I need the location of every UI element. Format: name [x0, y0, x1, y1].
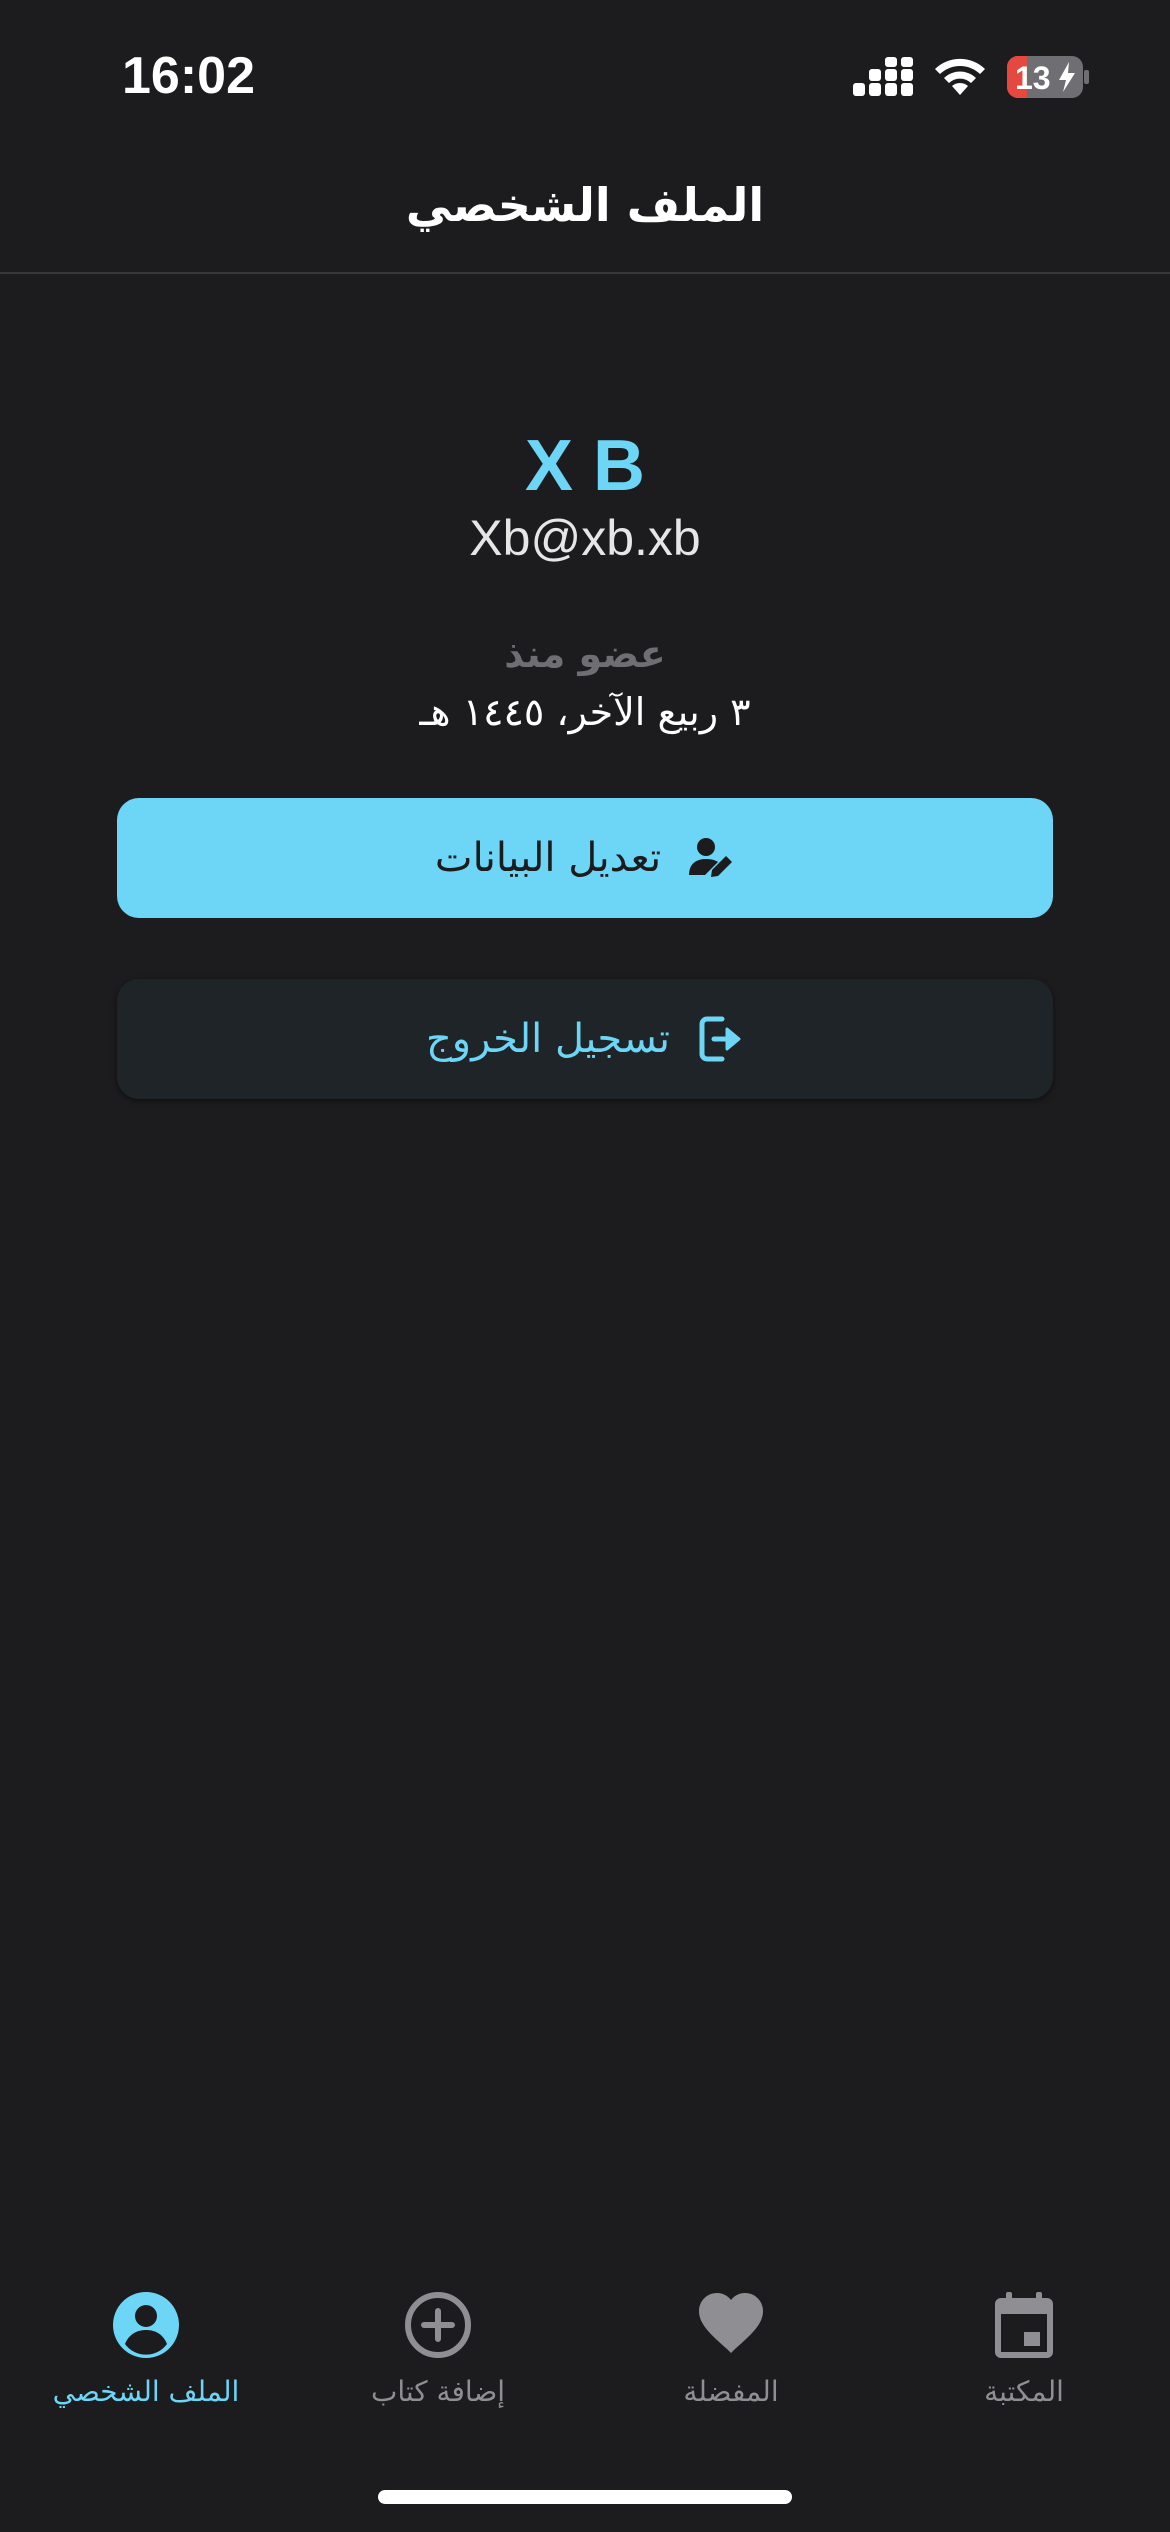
edit-profile-label: تعديل البيانات	[434, 835, 662, 881]
logout-icon	[699, 1016, 741, 1062]
logout-button[interactable]: تسجيل الخروج	[117, 979, 1053, 1099]
calendar-icon	[995, 2292, 1053, 2358]
account-circle-icon	[113, 2292, 179, 2358]
logout-label: تسجيل الخروج	[425, 1016, 671, 1062]
wifi-icon	[935, 58, 985, 95]
user-edit-icon	[689, 838, 733, 877]
tab-profile[interactable]: الملف الشخصي	[0, 2290, 292, 2450]
profile-name: X B	[524, 426, 646, 506]
add-circle-icon	[405, 2292, 471, 2358]
edit-profile-button[interactable]: تعديل البيانات	[117, 798, 1053, 918]
tab-favorites-label: المفضلة	[683, 2375, 779, 2408]
profile-email: Xb@xb.xb	[469, 510, 701, 566]
cellular-signal-icon	[853, 57, 913, 96]
member-since-date: ٣ ربيع الآخر، ١٤٤٥ هـ	[419, 690, 751, 734]
tab-add-book[interactable]: إضافة كتاب	[292, 2290, 584, 2450]
status-time: 16:02	[122, 47, 255, 105]
tab-library-label: المكتبة	[984, 2375, 1064, 2408]
tab-library[interactable]: المكتبة	[878, 2290, 1170, 2450]
page-title: الملف الشخصي	[405, 178, 765, 232]
battery-level: 13	[1015, 60, 1051, 96]
member-since-label: عضو منذ	[504, 632, 666, 676]
header-divider	[0, 272, 1170, 274]
heart-icon	[699, 2293, 763, 2353]
tab-add-book-label: إضافة كتاب	[370, 2375, 506, 2408]
home-indicator[interactable]	[378, 2490, 792, 2504]
tab-profile-label: الملف الشخصي	[52, 2375, 240, 2408]
battery-icon: 13	[1007, 56, 1089, 98]
tab-favorites[interactable]: المفضلة	[585, 2290, 877, 2450]
